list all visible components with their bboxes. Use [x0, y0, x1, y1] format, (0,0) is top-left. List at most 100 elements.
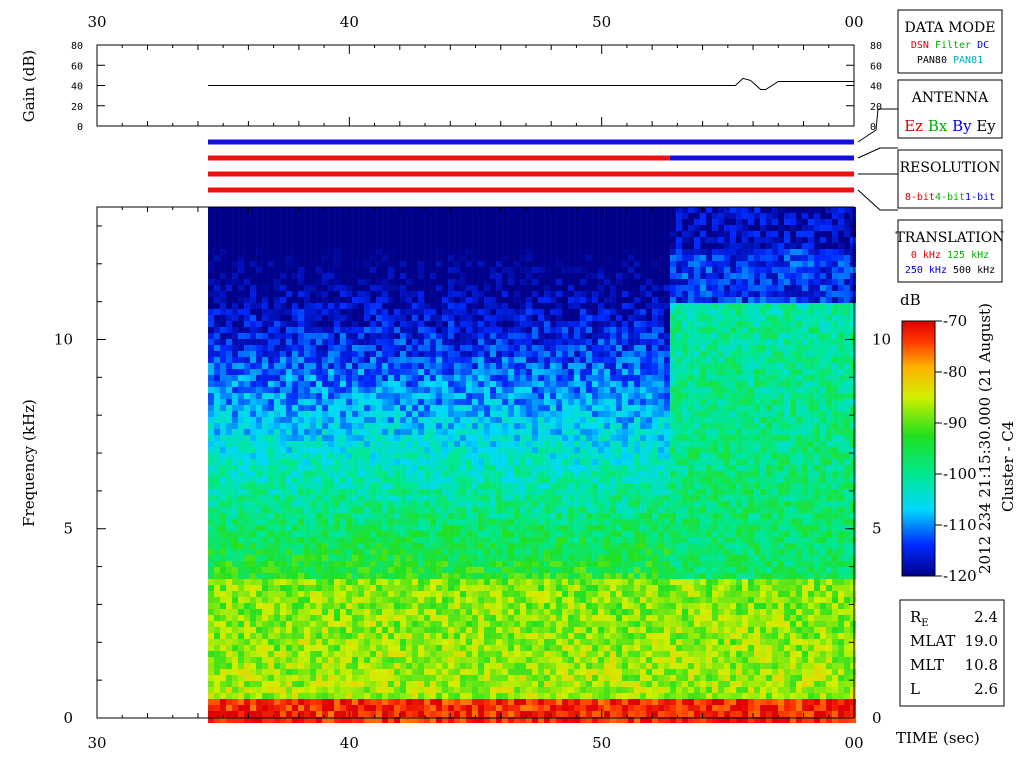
spectrogram-cell — [514, 321, 521, 327]
spectrogram-cell — [358, 207, 365, 213]
spectrogram-cell — [454, 567, 461, 573]
spectrogram-cell — [406, 627, 413, 633]
spectrogram-cell — [406, 333, 413, 339]
spectrogram-cell — [340, 591, 347, 597]
spectrogram-cell — [370, 267, 377, 273]
spectrogram-cell — [244, 213, 251, 219]
spectrogram-cell — [238, 477, 245, 483]
spectrogram-cell — [310, 639, 317, 645]
spectrogram-cell — [412, 339, 419, 345]
spectrogram-cell — [238, 615, 245, 621]
spectrogram-cell — [442, 459, 449, 465]
spectrogram-cell — [424, 387, 431, 393]
spectrogram-cell — [412, 687, 419, 693]
spectrogram-cell — [382, 579, 389, 585]
spectrogram-cell — [214, 621, 221, 627]
spectrogram-cell — [358, 471, 365, 477]
spectrogram-cell — [292, 345, 299, 351]
spectrogram-cell — [232, 459, 239, 465]
spectrogram-cell — [250, 597, 257, 603]
spectrogram-cell — [448, 411, 455, 417]
spectrogram-cell — [472, 681, 479, 687]
spectrogram-cell — [304, 357, 311, 363]
spectrogram-cell — [226, 333, 233, 339]
spectrogram-cell — [334, 507, 341, 513]
spectrogram-cell — [280, 333, 287, 339]
spectrogram-cell — [394, 477, 401, 483]
spectrogram-cell — [424, 261, 431, 267]
spectrogram-cell — [250, 417, 257, 423]
spectrogram-cell — [268, 501, 275, 507]
spectrogram-cell — [310, 417, 317, 423]
spectrogram-cell — [490, 705, 497, 711]
spectrogram-cell — [304, 537, 311, 543]
spectrogram-cell — [316, 441, 323, 447]
spectrogram-cell — [394, 315, 401, 321]
spectrogram-cell — [388, 237, 395, 243]
spectrogram-cell — [310, 267, 317, 273]
spectrogram-cell — [298, 435, 305, 441]
spectrogram-cell — [298, 705, 305, 711]
spectrogram-cell — [526, 597, 533, 603]
spectrogram-cell — [430, 645, 437, 651]
spectrogram-cell — [250, 645, 257, 651]
spectrogram-cell — [340, 507, 347, 513]
spectrogram-cell — [292, 351, 299, 357]
spectrogram-cell — [334, 519, 341, 525]
spectrogram-cell — [376, 267, 383, 273]
spectrogram-cell — [484, 585, 491, 591]
spectrogram-cell — [382, 627, 389, 633]
spectrogram-cell — [460, 207, 467, 213]
spectrogram-cell — [496, 303, 503, 309]
spectrogram-cell — [448, 657, 455, 663]
spectrogram-cell — [478, 699, 485, 705]
spectrogram-cell — [436, 213, 443, 219]
spectrogram-cell — [394, 327, 401, 333]
spectrogram-cell — [274, 585, 281, 591]
spectrogram-cell — [232, 597, 239, 603]
spectrogram-cell — [514, 471, 521, 477]
spectrogram-cell — [274, 321, 281, 327]
spectrogram-cell — [448, 207, 455, 213]
spectrogram-cell — [352, 543, 359, 549]
spectrogram-cell — [388, 663, 395, 669]
spectrogram-cell — [268, 471, 275, 477]
spectrogram-cell — [274, 345, 281, 351]
spectrogram-cell — [430, 219, 437, 225]
spectrogram-cell — [358, 459, 365, 465]
spectrogram-cell — [466, 555, 473, 561]
spectrogram-cell — [232, 615, 239, 621]
spectrogram-cell — [412, 267, 419, 273]
spectrogram-cell — [328, 273, 335, 279]
spectrogram-cell — [418, 297, 425, 303]
spectrogram-cell — [418, 651, 425, 657]
spectrogram-cell — [298, 339, 305, 345]
spectrogram-cell — [460, 261, 467, 267]
spectrogram-cell — [466, 693, 473, 699]
spectrogram-cell — [298, 561, 305, 567]
gain-y-tick-label-right: 80 — [870, 41, 882, 52]
spectrogram-cell — [352, 675, 359, 681]
spectrogram-cell — [400, 543, 407, 549]
spectrogram-cell — [460, 219, 467, 225]
spectrogram-cell — [244, 567, 251, 573]
spectrogram-cell — [322, 315, 329, 321]
spectrogram-cell — [526, 567, 533, 573]
spectrogram-cell — [430, 447, 437, 453]
spectrogram-cell — [364, 219, 371, 225]
spectrogram-cell — [484, 531, 491, 537]
spectrogram-cell — [322, 537, 329, 543]
spectrogram-cell — [466, 465, 473, 471]
spectrogram-cell — [370, 645, 377, 651]
spectrogram-cell — [298, 381, 305, 387]
spectrogram-cell — [496, 327, 503, 333]
spectrogram-cell — [268, 663, 275, 669]
spectrogram-cell — [328, 387, 335, 393]
spectrogram-cell — [244, 597, 251, 603]
spectrogram-cell — [352, 501, 359, 507]
spectrogram-cell — [370, 591, 377, 597]
spectrogram-cell — [244, 639, 251, 645]
spectrogram-cell — [328, 633, 335, 639]
spectrogram-cell — [310, 579, 317, 585]
spectrogram-cell — [532, 675, 539, 681]
